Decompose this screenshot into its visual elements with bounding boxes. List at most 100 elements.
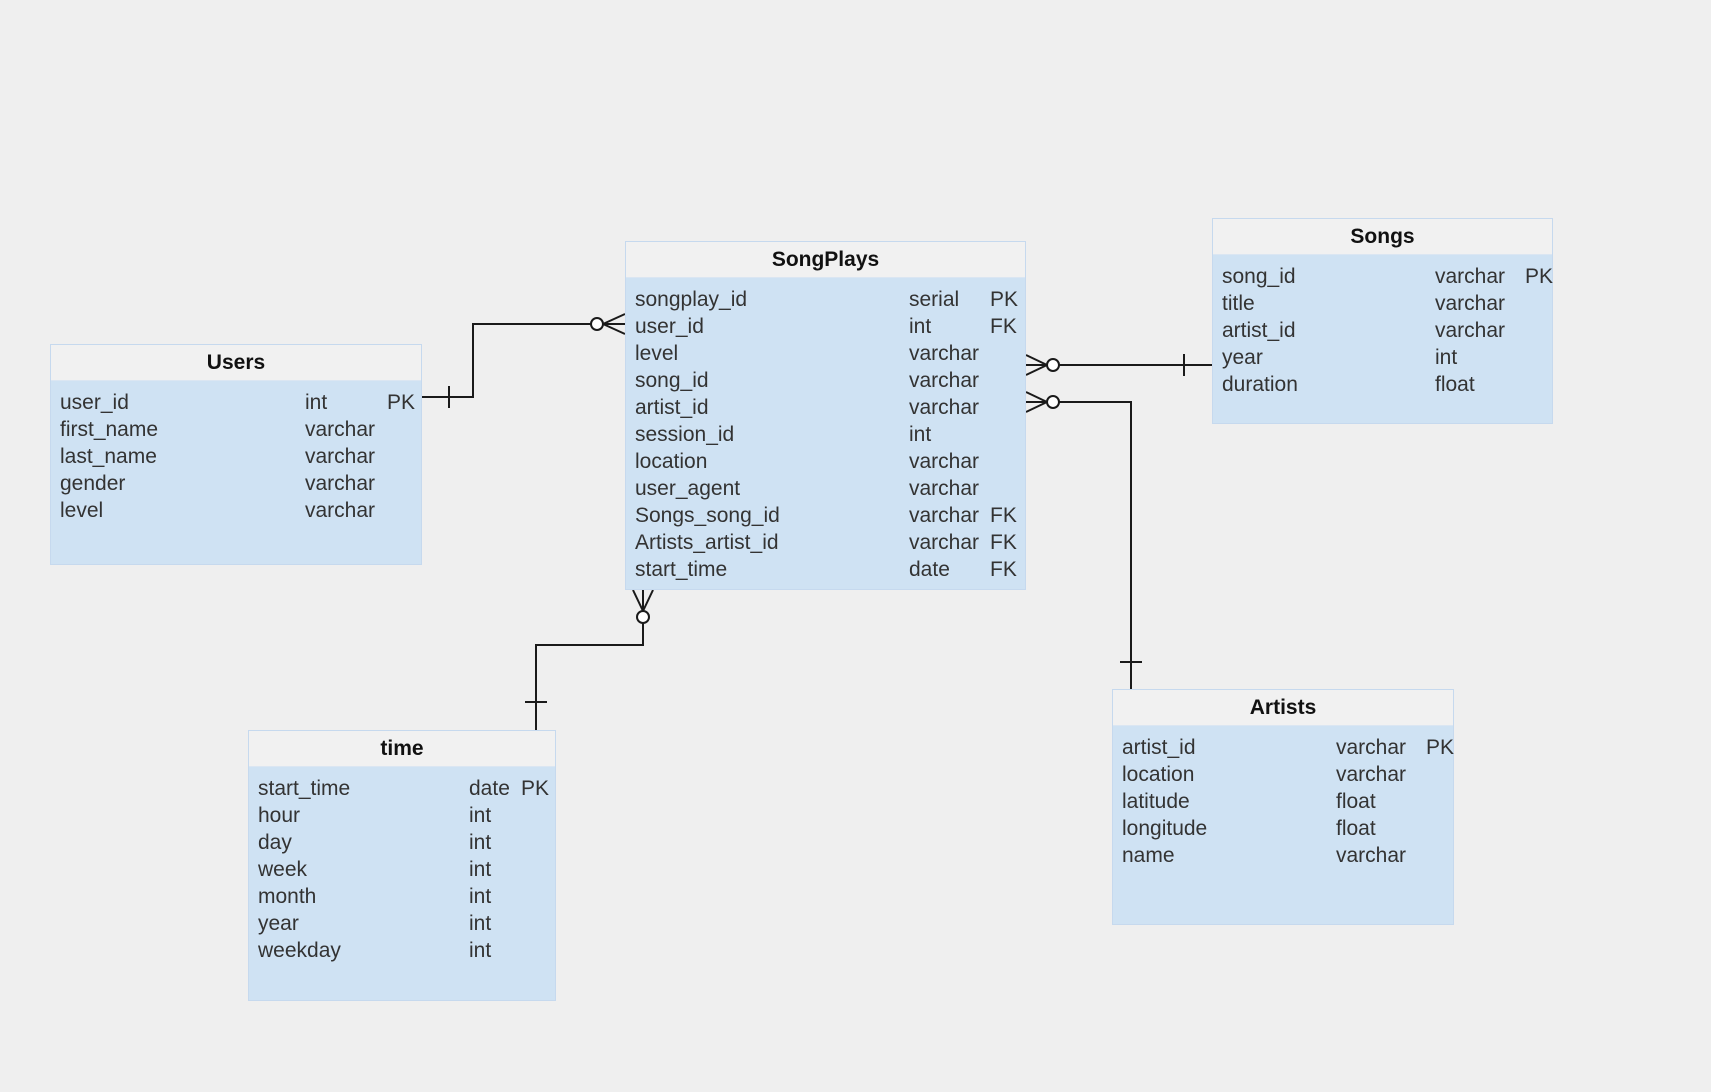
column-row[interactable]: year int bbox=[1213, 344, 1552, 371]
column-row[interactable]: location varchar bbox=[626, 448, 1025, 475]
column-row[interactable]: song_id varchar bbox=[626, 367, 1025, 394]
column-row[interactable]: user_id int FK bbox=[626, 313, 1025, 340]
column-name: week bbox=[258, 858, 308, 881]
column-name: location bbox=[635, 450, 708, 473]
column-name: song_id bbox=[635, 369, 709, 392]
column-type: int bbox=[1435, 346, 1458, 369]
column-name: user_agent bbox=[635, 477, 741, 500]
column-row[interactable]: session_id int bbox=[626, 421, 1025, 448]
column-type: date bbox=[469, 777, 510, 800]
entity-artists[interactable]: Artists artist_id varchar PK location varch… bbox=[1112, 689, 1454, 925]
column-row[interactable]: artist_id varchar bbox=[626, 394, 1025, 421]
column-key: PK bbox=[1426, 736, 1455, 759]
column-row[interactable]: artist_id varchar bbox=[1213, 317, 1552, 344]
relationship-time-songplays[interactable] bbox=[525, 589, 654, 730]
crows-foot-icon bbox=[642, 589, 654, 612]
column-key: PK bbox=[990, 288, 1019, 311]
column-type: varchar bbox=[1336, 763, 1407, 786]
column-name: artist_id bbox=[1122, 736, 1196, 759]
column-name: location bbox=[1122, 763, 1195, 786]
column-row[interactable]: level varchar bbox=[51, 497, 421, 524]
column-row[interactable]: start_time date FK bbox=[626, 556, 1025, 583]
column-name: start_time bbox=[258, 777, 351, 800]
column-row[interactable]: songplay_id serial PK bbox=[626, 286, 1025, 313]
entity-songs[interactable]: Songs song_id varchar PK title varchar arti… bbox=[1212, 218, 1553, 424]
column-row[interactable]: year int bbox=[249, 910, 555, 937]
column-row[interactable]: longitude float bbox=[1113, 815, 1453, 842]
column-type: int bbox=[469, 885, 492, 908]
column-row[interactable]: latitude float bbox=[1113, 788, 1453, 815]
column-row[interactable]: artist_id varchar PK bbox=[1113, 734, 1455, 761]
column-row[interactable]: duration float bbox=[1213, 371, 1552, 398]
column-name: user_id bbox=[60, 391, 129, 414]
column-row[interactable]: start_time date PK bbox=[249, 775, 555, 802]
column-row[interactable]: user_id int PK bbox=[51, 389, 421, 416]
column-name: artist_id bbox=[635, 396, 709, 419]
column-type: varchar bbox=[305, 445, 376, 468]
column-type: varchar bbox=[909, 450, 980, 473]
column-name: year bbox=[1222, 346, 1263, 369]
column-name: Artists_artist_id bbox=[635, 531, 779, 554]
column-type: float bbox=[1336, 817, 1376, 840]
column-name: latitude bbox=[1122, 790, 1190, 813]
column-key: FK bbox=[990, 315, 1017, 338]
column-row[interactable]: weekday int bbox=[249, 937, 555, 964]
column-name: month bbox=[258, 885, 317, 908]
column-type: int bbox=[469, 858, 492, 881]
column-name: user_id bbox=[635, 315, 704, 338]
column-name: title bbox=[1222, 292, 1255, 315]
column-name: last_name bbox=[60, 445, 157, 468]
column-list: artist_id varchar PK location varchar latit… bbox=[1113, 726, 1455, 869]
column-name: song_id bbox=[1222, 265, 1296, 288]
column-type: float bbox=[1435, 373, 1475, 396]
column-type: varchar bbox=[909, 531, 980, 554]
column-name: level bbox=[635, 342, 679, 365]
column-type: varchar bbox=[909, 477, 980, 500]
column-name: duration bbox=[1222, 373, 1298, 396]
column-type: varchar bbox=[305, 418, 376, 441]
column-row[interactable]: week int bbox=[249, 856, 555, 883]
column-row[interactable]: first_name varchar bbox=[51, 416, 421, 443]
column-row[interactable]: song_id varchar PK bbox=[1213, 263, 1553, 290]
column-row[interactable]: title varchar bbox=[1213, 290, 1552, 317]
crows-foot-icon bbox=[1025, 364, 1048, 376]
relationship-songs-songplays[interactable] bbox=[1025, 354, 1212, 376]
column-type: varchar bbox=[1435, 292, 1506, 315]
column-row[interactable]: Artists_artist_id varchar FK bbox=[626, 529, 1025, 556]
column-type: int bbox=[469, 804, 492, 827]
column-row[interactable]: last_name varchar bbox=[51, 443, 421, 470]
entity-songplays[interactable]: SongPlays songplay_id serial PK user_id int… bbox=[625, 241, 1026, 590]
column-row[interactable]: level varchar bbox=[626, 340, 1025, 367]
column-row[interactable]: gender varchar bbox=[51, 470, 421, 497]
column-row[interactable]: location varchar bbox=[1113, 761, 1453, 788]
column-type: varchar bbox=[909, 504, 980, 527]
column-row[interactable]: Songs_song_id varchar FK bbox=[626, 502, 1025, 529]
entity-time[interactable]: time start_time date PK hour int day int wee… bbox=[248, 730, 556, 1001]
column-row[interactable]: day int bbox=[249, 829, 555, 856]
column-type: varchar bbox=[1336, 736, 1407, 759]
entity-title: Songs bbox=[1213, 219, 1552, 255]
column-type: date bbox=[909, 558, 950, 581]
column-row[interactable]: user_agent varchar bbox=[626, 475, 1025, 502]
column-type: varchar bbox=[1435, 265, 1506, 288]
column-list: user_id int PK first_name varchar last_name… bbox=[51, 381, 421, 524]
column-key: FK bbox=[990, 531, 1017, 554]
column-row[interactable]: name varchar bbox=[1113, 842, 1453, 869]
column-name: longitude bbox=[1122, 817, 1208, 840]
entity-title: Users bbox=[51, 345, 421, 381]
column-name: session_id bbox=[635, 423, 735, 446]
column-row[interactable]: hour int bbox=[249, 802, 555, 829]
column-row[interactable]: month int bbox=[249, 883, 555, 910]
column-name: level bbox=[60, 499, 104, 522]
crows-foot-icon bbox=[602, 323, 626, 335]
column-type: int bbox=[909, 423, 932, 446]
entity-users[interactable]: Users user_id int PK first_name varchar las… bbox=[50, 344, 422, 565]
relationship-artists-songplays[interactable] bbox=[1025, 391, 1142, 689]
connector-line bbox=[535, 623, 644, 730]
column-type: int bbox=[909, 315, 932, 338]
column-key: PK bbox=[521, 777, 550, 800]
connector-line bbox=[422, 323, 591, 398]
relationship-users-songplays[interactable] bbox=[422, 313, 626, 408]
column-name: year bbox=[258, 912, 299, 935]
column-name: songplay_id bbox=[635, 288, 748, 311]
